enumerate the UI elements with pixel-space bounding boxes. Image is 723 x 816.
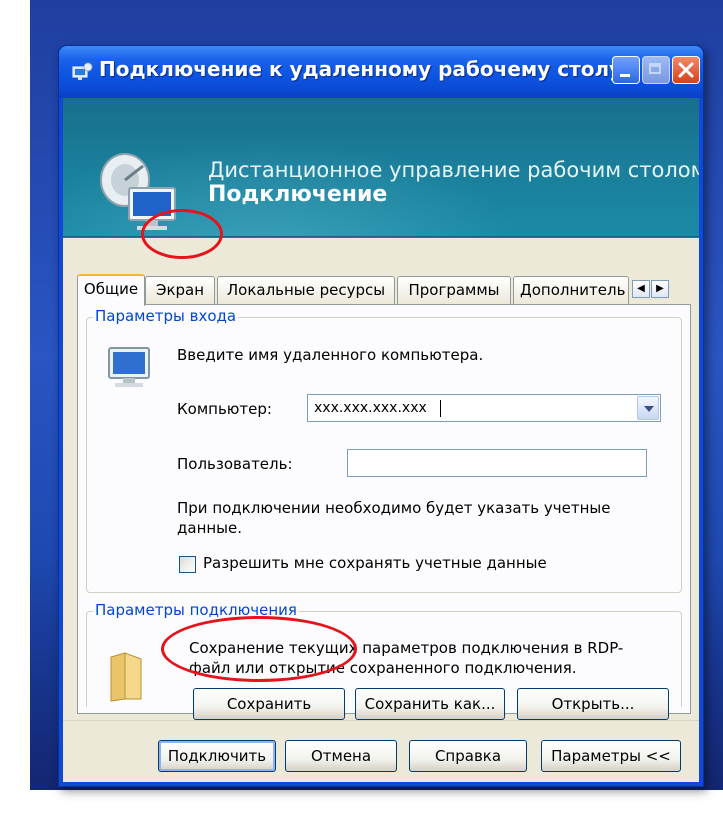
banner-title: Подключение bbox=[208, 182, 388, 207]
user-label: Пользователь: bbox=[177, 455, 293, 473]
banner-subtitle: Дистанционное управление рабочим столом bbox=[208, 158, 699, 182]
tab-strip: Общие Экран Локальные ресурсы Программы … bbox=[77, 274, 691, 306]
login-parameters-group: Параметры входа Введите имя удаленного к… bbox=[86, 307, 682, 593]
tab-scroll-right-button[interactable]: ▶ bbox=[651, 280, 669, 298]
tab-programs[interactable]: Программы bbox=[397, 276, 511, 304]
title-bar[interactable]: Подключение к удаленному рабочему столу bbox=[59, 46, 703, 98]
close-icon bbox=[678, 62, 694, 78]
connection-parameters-legend: Параметры подключения bbox=[93, 601, 299, 619]
options-button[interactable]: Параметры << bbox=[541, 740, 681, 772]
save-credentials-label[interactable]: Разрешить мне сохранять учетные данные bbox=[203, 554, 547, 572]
rdp-window: Подключение к удаленному рабочему столу … bbox=[58, 45, 704, 787]
text-caret bbox=[440, 400, 441, 417]
save-credentials-checkbox[interactable] bbox=[179, 556, 196, 573]
minimize-button[interactable] bbox=[612, 56, 640, 84]
open-button[interactable]: Открыть... bbox=[517, 688, 669, 720]
login-parameters-legend: Параметры входа bbox=[93, 307, 239, 325]
credentials-note: При подключении необходимо будет указать… bbox=[177, 499, 611, 537]
remote-desktop-icon bbox=[72, 62, 93, 80]
connect-button[interactable]: Подключить bbox=[158, 740, 276, 772]
dialog-client-area: Дистанционное управление рабочим столом … bbox=[63, 98, 699, 782]
user-field[interactable] bbox=[347, 449, 647, 477]
tab-label: Общие bbox=[83, 280, 139, 298]
footer-divider bbox=[63, 720, 699, 721]
tab-general[interactable]: Общие bbox=[77, 274, 145, 306]
header-banner: Дистанционное управление рабочим столом … bbox=[63, 98, 699, 238]
tab-label: Дополнитель bbox=[520, 281, 626, 299]
computer-combobox[interactable]: xxx.xxx.xxx.xxx bbox=[307, 394, 661, 422]
tab-scroll-left-button[interactable]: ◀ bbox=[632, 280, 650, 298]
tab-label: Локальные ресурсы bbox=[226, 281, 386, 299]
computer-satellite-icon bbox=[100, 153, 176, 230]
cancel-button[interactable]: Отмена bbox=[285, 740, 397, 772]
connection-description: Сохранение текущих параметров подключени… bbox=[189, 639, 624, 677]
tab-display[interactable]: Экран bbox=[145, 276, 215, 304]
tab-label: Экран bbox=[155, 281, 205, 299]
tab-label: Программы bbox=[408, 281, 500, 299]
banner-divider bbox=[63, 236, 699, 238]
computer-label: Компьютер: bbox=[177, 400, 272, 418]
login-instruction: Введите имя удаленного компьютера. bbox=[177, 346, 484, 364]
folder-icon bbox=[110, 652, 142, 702]
tab-local-resources[interactable]: Локальные ресурсы bbox=[217, 276, 395, 304]
tab-advanced[interactable]: Дополнитель bbox=[513, 276, 629, 304]
save-as-button[interactable]: Сохранить как... bbox=[355, 688, 505, 720]
computer-icon bbox=[108, 347, 150, 387]
computer-value: xxx.xxx.xxx.xxx bbox=[314, 400, 427, 416]
chevron-down-icon[interactable] bbox=[637, 396, 659, 420]
close-button[interactable] bbox=[672, 56, 700, 84]
window-title: Подключение к удаленному рабочему столу bbox=[99, 57, 623, 81]
help-button[interactable]: Справка bbox=[409, 740, 527, 772]
save-button[interactable]: Сохранить bbox=[193, 688, 345, 720]
maximize-button[interactable] bbox=[642, 56, 670, 84]
